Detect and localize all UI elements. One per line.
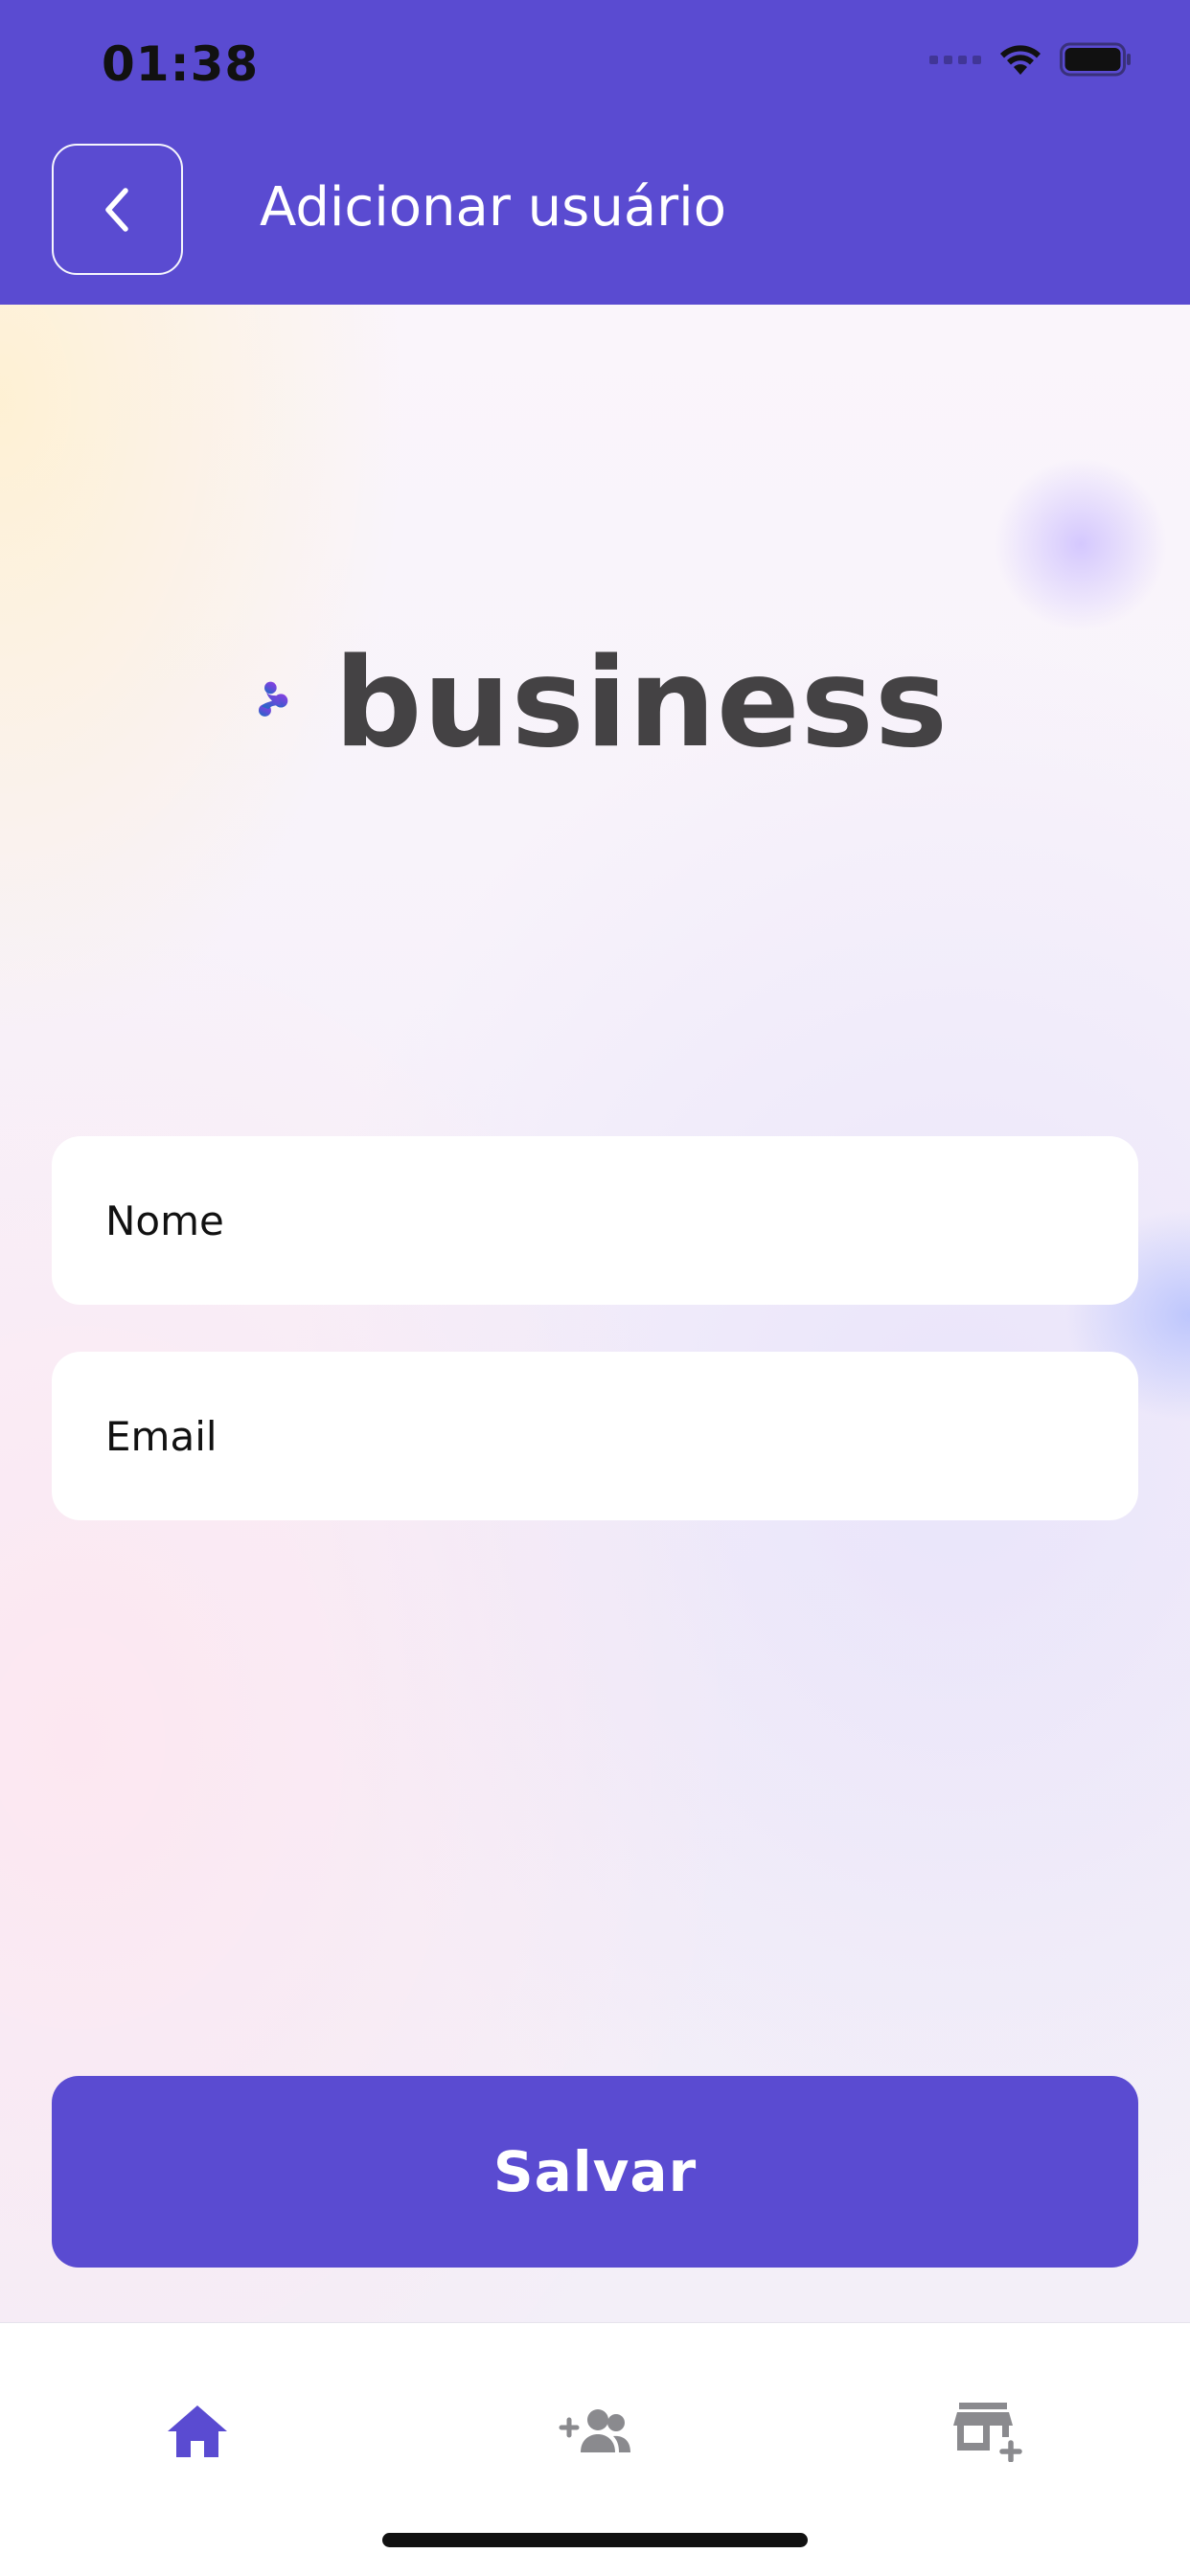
business-logo: business <box>259 575 949 824</box>
app-header: 01:38 Adicionar usuário <box>0 0 1190 305</box>
tab-add-store[interactable] <box>932 2379 1047 2484</box>
tab-add-user[interactable] <box>537 2379 652 2484</box>
status-time: 01:38 <box>102 36 260 92</box>
battery-icon <box>1060 42 1131 77</box>
tab-home[interactable] <box>140 2379 255 2484</box>
signal-icon <box>929 55 981 64</box>
home-indicator <box>382 2533 808 2547</box>
add-user-group-icon <box>559 2409 630 2452</box>
back-button[interactable] <box>52 144 183 275</box>
save-button[interactable]: Salvar <box>52 2076 1138 2268</box>
status-icons <box>929 42 1133 77</box>
chevron-left-icon <box>104 187 128 232</box>
name-input[interactable] <box>105 1197 1138 1244</box>
name-field[interactable] <box>52 1136 1138 1305</box>
email-field[interactable] <box>52 1352 1138 1520</box>
wifi-icon <box>1000 45 1041 75</box>
add-store-icon <box>953 2403 1022 2462</box>
logo-mark-icon <box>259 681 288 717</box>
page-title: Adicionar usuário <box>260 176 726 239</box>
email-input[interactable] <box>105 1412 1138 1460</box>
logo-text: business <box>333 632 949 775</box>
home-icon <box>168 2405 227 2457</box>
